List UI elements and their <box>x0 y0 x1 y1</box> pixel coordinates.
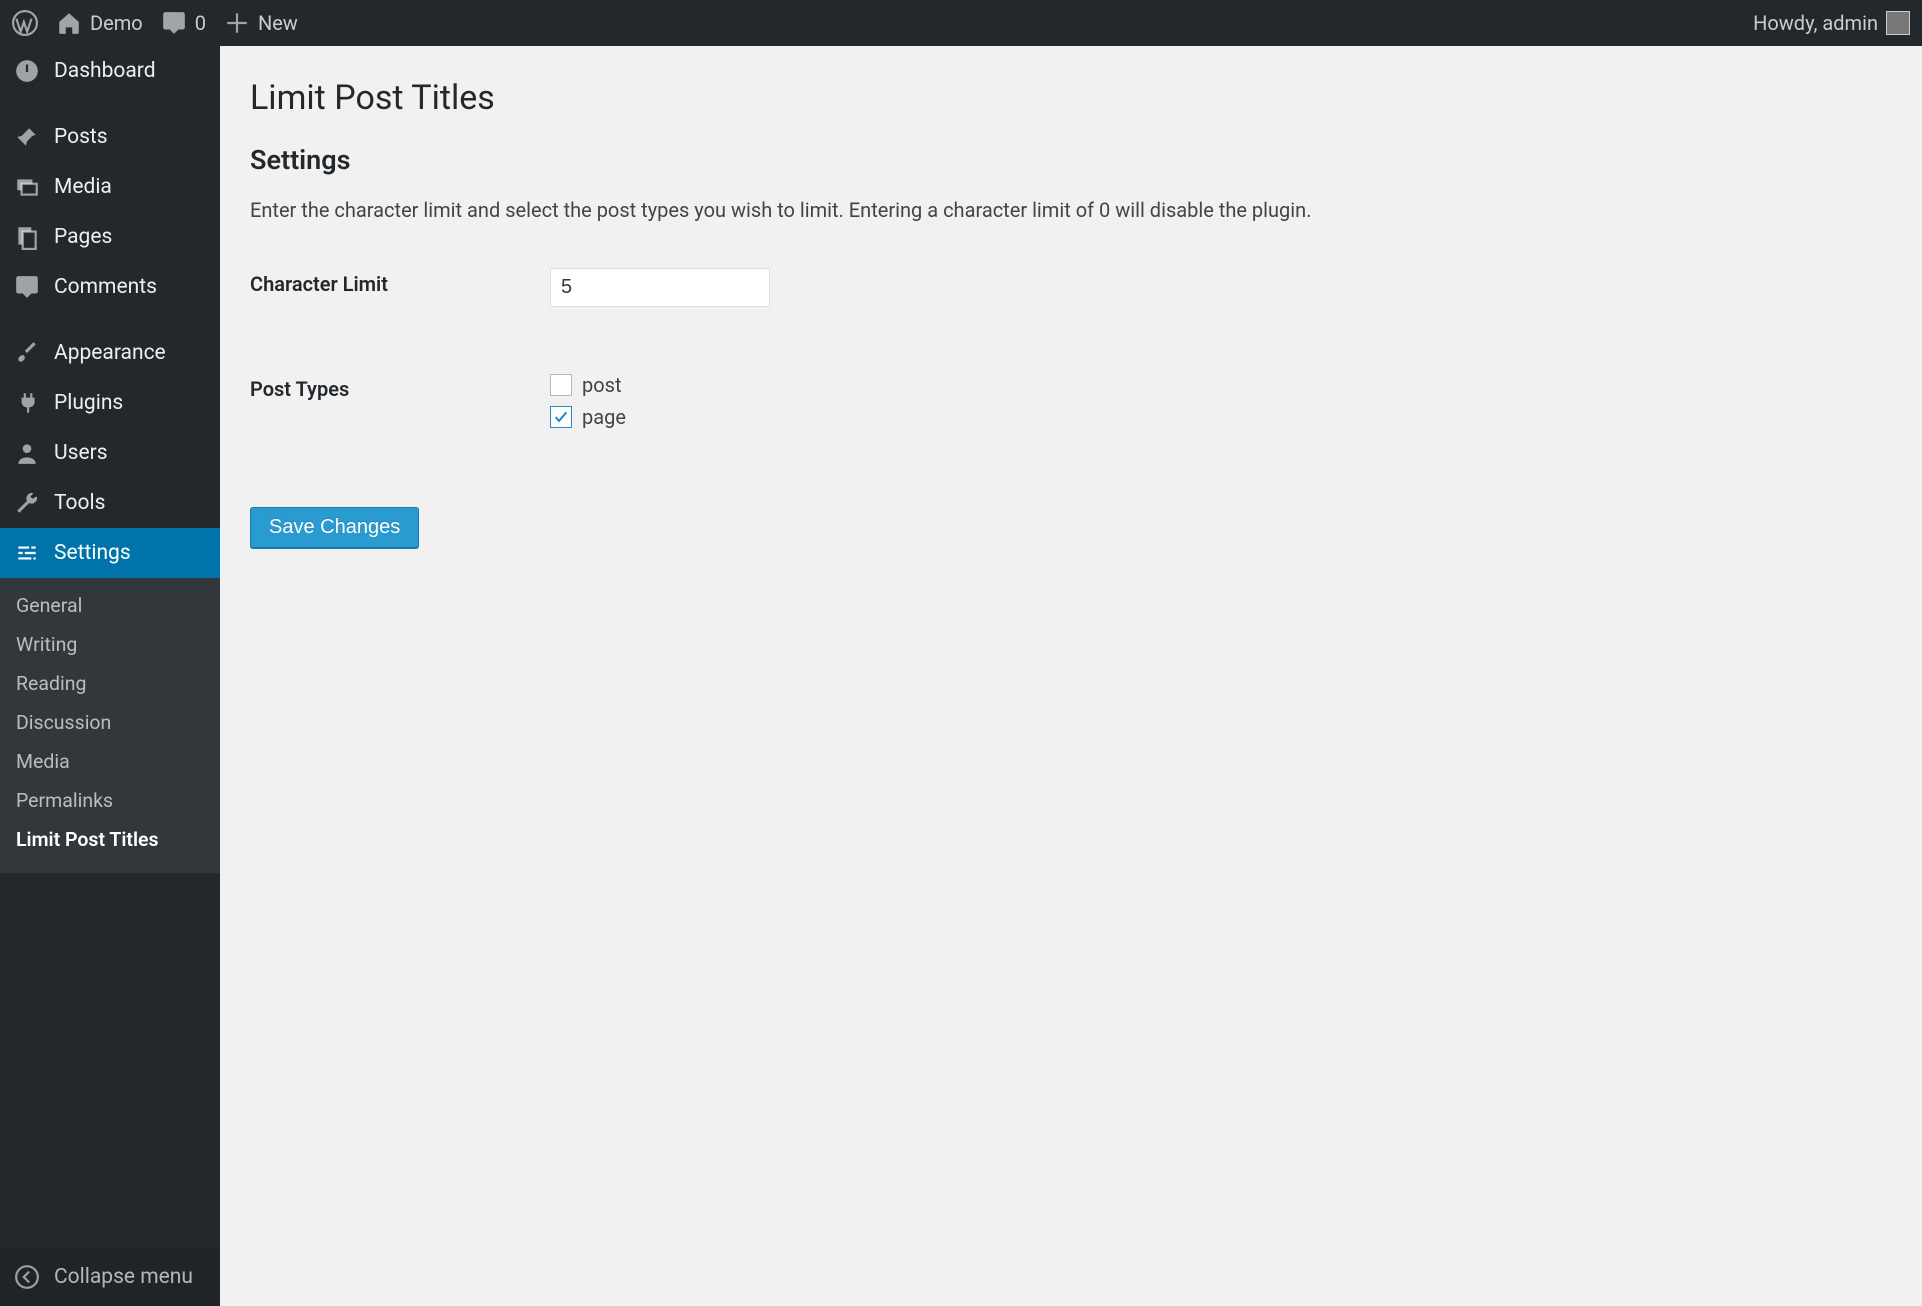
menu-pages[interactable]: Pages <box>0 212 220 262</box>
menu-dashboard[interactable]: Dashboard <box>0 46 220 96</box>
plug-icon <box>14 390 40 416</box>
wordpress-icon <box>12 10 38 36</box>
admin-bar: Demo 0 New Howdy, admin <box>0 0 1922 46</box>
submenu-reading[interactable]: Reading <box>0 664 220 703</box>
menu-users[interactable]: Users <box>0 428 220 478</box>
menu-label: Tools <box>54 491 105 515</box>
checkbox-post[interactable] <box>550 374 572 396</box>
site-home[interactable]: Demo <box>56 0 143 46</box>
menu-label: Users <box>54 441 108 465</box>
media-icon <box>14 174 40 200</box>
description-text: Enter the character limit and select the… <box>250 196 1350 224</box>
menu-posts[interactable]: Posts <box>0 112 220 162</box>
collapse-label: Collapse menu <box>54 1265 193 1289</box>
wp-logo[interactable] <box>12 0 38 46</box>
dashboard-icon <box>14 58 40 84</box>
submenu-discussion[interactable]: Discussion <box>0 703 220 742</box>
comment-icon <box>14 274 40 300</box>
checkbox-page[interactable] <box>550 406 572 428</box>
submenu-general[interactable]: General <box>0 586 220 625</box>
collapse-icon <box>14 1264 40 1290</box>
menu-tools[interactable]: Tools <box>0 478 220 528</box>
menu-label: Comments <box>54 275 157 299</box>
page-title: Limit Post Titles <box>250 78 1892 118</box>
menu-comments[interactable]: Comments <box>0 262 220 312</box>
menu-label: Posts <box>54 125 108 149</box>
menu-label: Pages <box>54 225 112 249</box>
content-area: Limit Post Titles Settings Enter the cha… <box>220 46 1922 1306</box>
new-label: New <box>258 11 298 35</box>
user-icon <box>14 440 40 466</box>
comment-icon <box>161 10 187 36</box>
menu-label: Dashboard <box>54 59 156 83</box>
checkbox-page-label: page <box>582 405 626 429</box>
howdy-text: Howdy, admin <box>1753 11 1878 35</box>
menu-label: Plugins <box>54 391 123 415</box>
new-content[interactable]: New <box>224 0 298 46</box>
save-button[interactable]: Save Changes <box>250 507 419 548</box>
admin-sidebar: Dashboard Posts Media Pages Comments App… <box>0 46 220 1306</box>
menu-media[interactable]: Media <box>0 162 220 212</box>
menu-label: Appearance <box>54 341 166 365</box>
settings-submenu: General Writing Reading Discussion Media… <box>0 578 220 873</box>
submenu-limit-post-titles[interactable]: Limit Post Titles <box>0 820 220 859</box>
menu-settings[interactable]: Settings <box>0 528 220 578</box>
comments-count: 0 <box>195 11 206 35</box>
pushpin-icon <box>14 124 40 150</box>
my-account[interactable]: Howdy, admin <box>1753 0 1910 46</box>
menu-label: Media <box>54 175 112 199</box>
section-heading: Settings <box>250 144 1892 176</box>
char-limit-input[interactable] <box>550 268 770 307</box>
site-name: Demo <box>90 11 143 35</box>
avatar <box>1886 11 1910 35</box>
char-limit-label: Character Limit <box>250 262 550 367</box>
menu-plugins[interactable]: Plugins <box>0 378 220 428</box>
checkbox-post-label: post <box>582 373 622 397</box>
collapse-menu[interactable]: Collapse menu <box>0 1248 220 1306</box>
wrench-icon <box>14 490 40 516</box>
sliders-icon <box>14 540 40 566</box>
plus-icon <box>224 10 250 36</box>
pages-icon <box>14 224 40 250</box>
menu-appearance[interactable]: Appearance <box>0 328 220 378</box>
settings-form-table: Character Limit Post Types post page <box>250 262 780 497</box>
submenu-media[interactable]: Media <box>0 742 220 781</box>
submenu-writing[interactable]: Writing <box>0 625 220 664</box>
home-icon <box>56 10 82 36</box>
menu-label: Settings <box>54 541 131 565</box>
submenu-permalinks[interactable]: Permalinks <box>0 781 220 820</box>
comments-link[interactable]: 0 <box>161 0 206 46</box>
post-types-label: Post Types <box>250 367 550 497</box>
brush-icon <box>14 340 40 366</box>
